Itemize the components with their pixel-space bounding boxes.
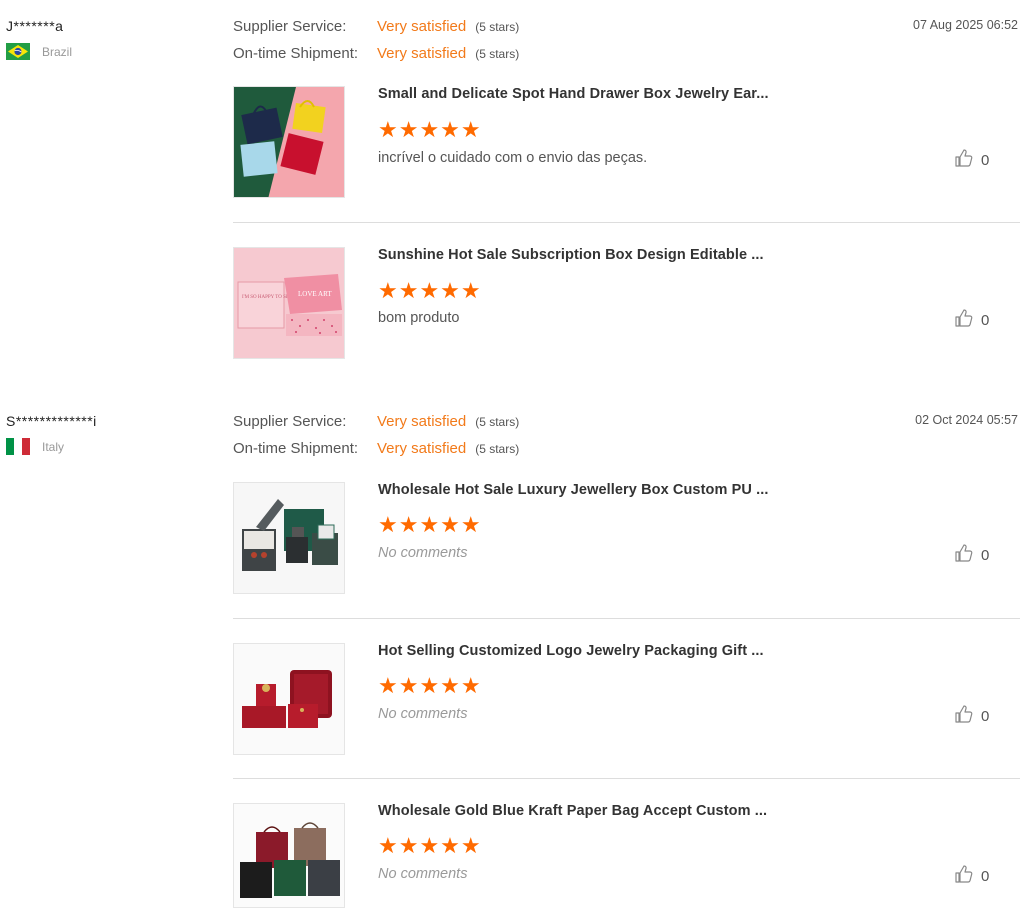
review-comment: No comments bbox=[378, 545, 468, 561]
product-star-rating: ★★★★★ bbox=[378, 673, 482, 698]
supplier-service-label: Supplier Service: bbox=[233, 413, 347, 430]
product-thumbnail[interactable] bbox=[233, 803, 345, 908]
product-review: Small and Delicate Spot Hand Drawer Box … bbox=[233, 68, 1020, 228]
review-date: 02 Oct 2024 05:57 bbox=[915, 413, 1018, 427]
review-card: S*************i Italy Supplier Service: … bbox=[0, 413, 1024, 908]
supplier-service-stars: (5 stars) bbox=[475, 20, 520, 34]
supplier-service-stars: (5 stars) bbox=[475, 415, 520, 429]
shipment-value: Very satisfied bbox=[377, 45, 467, 62]
supplier-service-rating: Supplier Service: Very satisfied (5 star… bbox=[233, 413, 519, 440]
product-thumbnail[interactable] bbox=[233, 643, 345, 755]
thumbs-up-icon bbox=[954, 148, 974, 173]
reviewer-info: S*************i Italy bbox=[6, 413, 97, 455]
supplier-service-value: Very satisfied bbox=[377, 18, 467, 35]
review-card: J*******a Brazil Supplier Service: Very … bbox=[0, 18, 1024, 378]
review-comment: bom produto bbox=[378, 310, 460, 326]
reviewer-name: J*******a bbox=[6, 18, 64, 34]
like-count: 0 bbox=[981, 547, 990, 564]
product-star-rating: ★★★★★ bbox=[378, 117, 482, 142]
product-thumbnail[interactable] bbox=[233, 482, 345, 594]
italy-flag-icon bbox=[6, 438, 30, 455]
product-review: Wholesale Hot Sale Luxury Jewellery Box … bbox=[233, 463, 1020, 623]
product-title-link[interactable]: Wholesale Gold Blue Kraft Paper Bag Acce… bbox=[378, 803, 767, 819]
thumb-box-text: LOVE ART bbox=[298, 290, 332, 298]
shipment-value: Very satisfied bbox=[377, 440, 467, 457]
thumbs-up-icon bbox=[954, 864, 974, 889]
store-ratings: Supplier Service: Very satisfied (5 star… bbox=[233, 413, 519, 467]
like-button[interactable]: 0 bbox=[954, 704, 989, 729]
thumbs-up-icon bbox=[954, 543, 974, 568]
like-count: 0 bbox=[981, 708, 990, 725]
supplier-service-rating: Supplier Service: Very satisfied (5 star… bbox=[233, 18, 519, 45]
product-review: Hot Selling Customized Logo Jewelry Pack… bbox=[233, 618, 1020, 779]
like-count: 0 bbox=[981, 152, 990, 169]
product-title-link[interactable]: Small and Delicate Spot Hand Drawer Box … bbox=[378, 86, 769, 102]
brazil-flag-icon bbox=[6, 43, 30, 60]
country-name: Brazil bbox=[42, 44, 73, 59]
product-title-link[interactable]: Wholesale Hot Sale Luxury Jewellery Box … bbox=[378, 482, 768, 498]
product-thumbnail[interactable]: I'M SO HAPPY TO SEE YOU LOVE ART bbox=[233, 247, 345, 359]
like-count: 0 bbox=[981, 312, 990, 329]
like-button[interactable]: 0 bbox=[954, 543, 989, 568]
product-star-rating: ★★★★★ bbox=[378, 278, 482, 303]
shipment-stars: (5 stars) bbox=[475, 47, 520, 61]
reviewer-name: S*************i bbox=[6, 413, 97, 429]
reviewer-info: J*******a Brazil bbox=[6, 18, 72, 60]
supplier-service-value: Very satisfied bbox=[377, 413, 467, 430]
shipment-label: On-time Shipment: bbox=[233, 440, 359, 457]
reviewer-country: Italy bbox=[6, 438, 97, 455]
review-comment: No comments bbox=[378, 866, 468, 882]
shipment-label: On-time Shipment: bbox=[233, 45, 359, 62]
store-ratings: Supplier Service: Very satisfied (5 star… bbox=[233, 18, 519, 72]
country-name: Italy bbox=[42, 439, 65, 454]
review-date: 07 Aug 2025 06:52 bbox=[913, 18, 1018, 32]
review-comment: incrível o cuidado com o envio das peças… bbox=[378, 150, 648, 166]
like-button[interactable]: 0 bbox=[954, 148, 989, 173]
like-count: 0 bbox=[981, 868, 990, 885]
product-review: Wholesale Gold Blue Kraft Paper Bag Acce… bbox=[233, 778, 1020, 908]
thumbs-up-icon bbox=[954, 308, 974, 333]
like-button[interactable]: 0 bbox=[954, 864, 989, 889]
product-star-rating: ★★★★★ bbox=[378, 512, 482, 537]
product-review: I'M SO HAPPY TO SEE YOU LOVE ART Sunshin… bbox=[233, 222, 1020, 383]
like-button[interactable]: 0 bbox=[954, 308, 989, 333]
product-title-link[interactable]: Sunshine Hot Sale Subscription Box Desig… bbox=[378, 247, 764, 263]
thumbs-up-icon bbox=[954, 704, 974, 729]
review-comment: No comments bbox=[378, 706, 468, 722]
shipment-stars: (5 stars) bbox=[475, 442, 520, 456]
reviewer-country: Brazil bbox=[6, 43, 72, 60]
product-thumbnail[interactable] bbox=[233, 86, 345, 198]
product-title-link[interactable]: Hot Selling Customized Logo Jewelry Pack… bbox=[378, 643, 764, 659]
product-star-rating: ★★★★★ bbox=[378, 833, 482, 858]
supplier-service-label: Supplier Service: bbox=[233, 18, 347, 35]
